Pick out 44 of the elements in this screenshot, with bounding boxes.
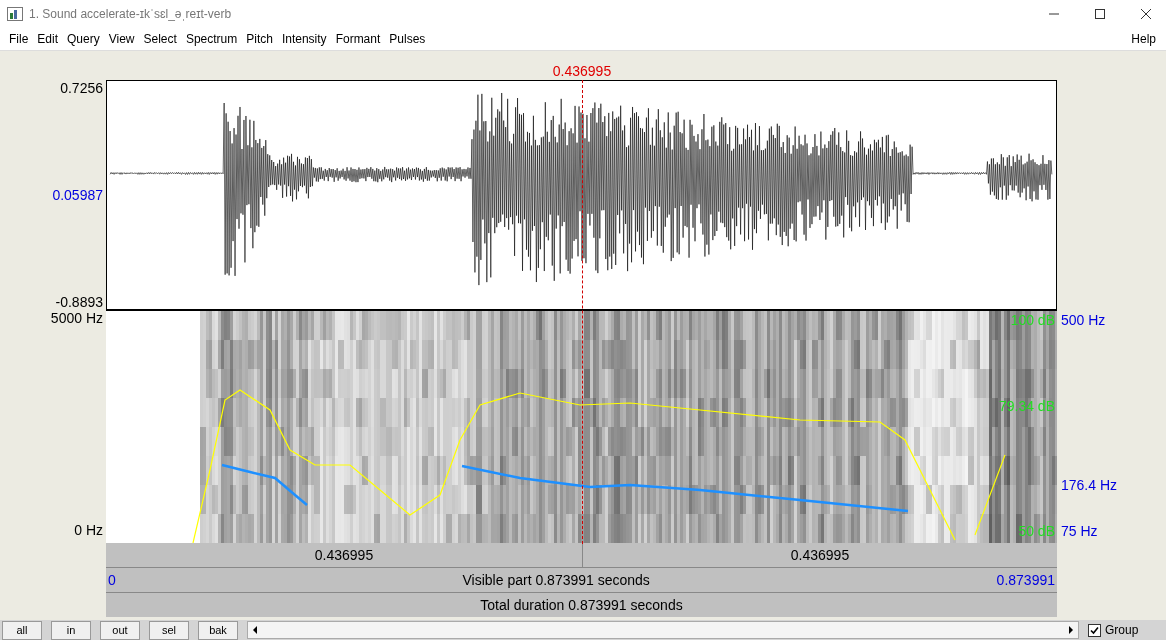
- frequency-max-label: 5000 Hz: [50, 310, 103, 326]
- window-title: 1. Sound accelerate-ɪkˈsɛl_əˌreɪt-verb: [29, 7, 232, 21]
- horizontal-scrollbar[interactable]: [247, 621, 1079, 639]
- frequency-min-label: 0 Hz: [74, 522, 103, 538]
- menu-item[interactable]: View: [105, 32, 141, 46]
- maximize-icon[interactable]: [1094, 8, 1106, 20]
- close-icon[interactable]: [1140, 8, 1152, 20]
- group-checkbox[interactable]: [1088, 623, 1101, 637]
- intensity-scale-label: 100 dB: [1010, 312, 1055, 328]
- pitch-scale-label: 75 Hz: [1061, 523, 1098, 539]
- scroll-left-icon[interactable]: [251, 625, 259, 635]
- cursor-time-label: 0.436995: [551, 63, 613, 79]
- amplitude-min-label: -0.8893: [55, 294, 103, 310]
- menu-item[interactable]: File: [6, 32, 35, 46]
- visible-part-label: Visible part 0.873991 seconds: [462, 572, 650, 588]
- app-icon: [7, 7, 23, 21]
- intensity-scale-label: 50 dB: [1018, 523, 1055, 539]
- menu-item[interactable]: Query: [64, 32, 106, 46]
- amplitude-center-label: 0.05987: [52, 187, 103, 203]
- zoom-button[interactable]: sel: [149, 620, 189, 640]
- time-segment[interactable]: 0.436995: [106, 543, 583, 567]
- total-duration-bar[interactable]: Total duration 0.873991 seconds: [106, 593, 1057, 617]
- menu-item[interactable]: Pitch: [243, 32, 279, 46]
- visible-end-label: 0.873991: [996, 572, 1055, 588]
- menu-item[interactable]: Formant: [332, 32, 387, 46]
- menu-item[interactable]: Edit: [34, 32, 65, 46]
- time-segment[interactable]: 0.436995: [583, 543, 1057, 567]
- zoom-button[interactable]: in: [51, 620, 91, 640]
- menu-item[interactable]: Pulses: [386, 32, 432, 46]
- amplitude-max-label: 0.7256: [60, 80, 103, 96]
- pitch-scale-label: 176.4 Hz: [1061, 477, 1118, 493]
- pitch-scale-label: 500 Hz: [1061, 312, 1106, 328]
- visible-part-bar[interactable]: 0 Visible part 0.873991 seconds 0.873991: [106, 568, 1057, 593]
- help-menu[interactable]: Help: [1128, 32, 1166, 46]
- zoom-button[interactable]: all: [2, 620, 42, 640]
- zoom-button[interactable]: out: [100, 620, 140, 640]
- visible-start-label: 0: [108, 572, 116, 588]
- scroll-right-icon[interactable]: [1067, 625, 1075, 635]
- group-label: Group: [1105, 623, 1139, 637]
- menu-item[interactable]: Select: [140, 32, 183, 46]
- menu-item[interactable]: Spectrum: [182, 32, 244, 46]
- intensity-scale-label: 79.34 dB: [998, 398, 1055, 414]
- zoom-button[interactable]: bak: [198, 620, 238, 640]
- menu-item[interactable]: Intensity: [278, 32, 333, 46]
